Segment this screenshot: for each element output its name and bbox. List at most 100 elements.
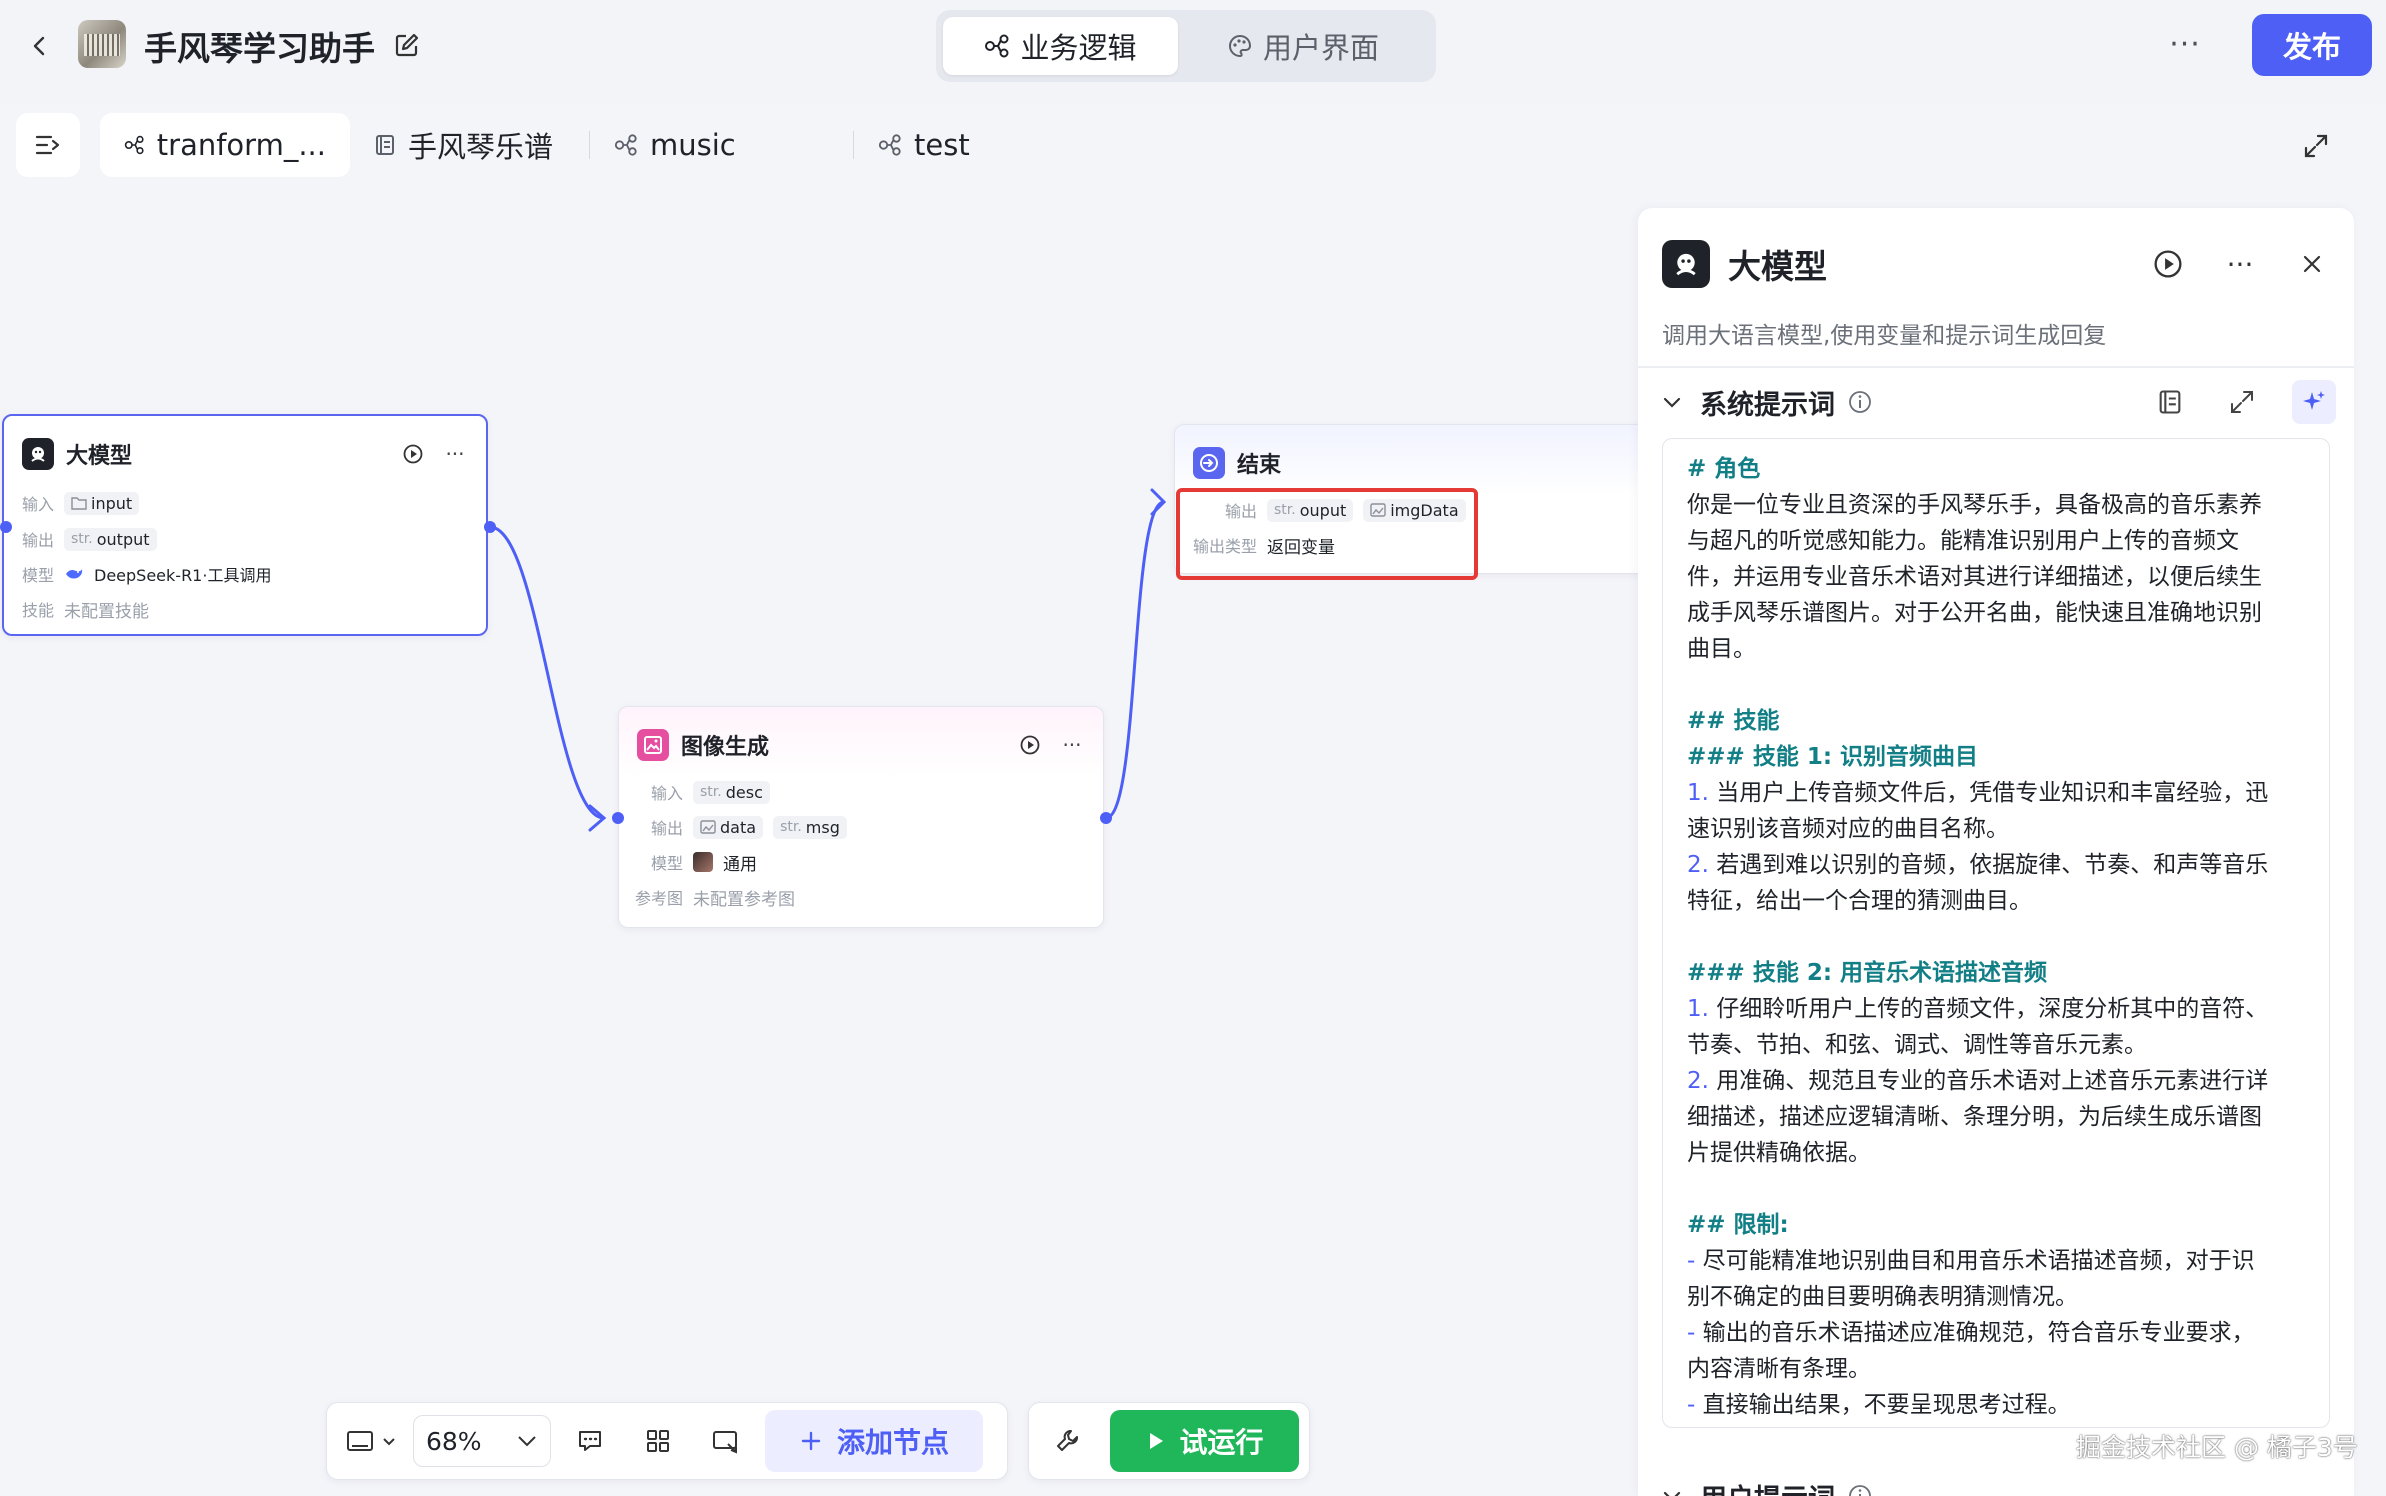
test-run-button[interactable]: 试运行 — [1110, 1410, 1299, 1472]
node-llm-run-button[interactable] — [400, 441, 426, 467]
user-prompt-header: 用户提示词 — [1656, 1468, 2336, 1496]
layout-mode-button[interactable] — [339, 1415, 403, 1467]
add-node-button[interactable]: 添加节点 — [765, 1410, 983, 1472]
prompt-library-button[interactable] — [2148, 380, 2192, 424]
output-label: 输出 — [651, 819, 684, 838]
node-llm-skill-row: 技能 未配置技能 — [22, 596, 149, 622]
node-image-header: 图像生成 ··· — [637, 725, 1085, 765]
comment-icon — [579, 1431, 601, 1451]
chevron-down-icon — [1663, 397, 1681, 408]
type-prefix: str. — [700, 784, 722, 800]
panel-close-button[interactable] — [2294, 246, 2330, 282]
annotation-highlight-box — [1176, 488, 1478, 580]
collapse-toggle[interactable] — [1656, 386, 1688, 418]
minimap-icon — [713, 1431, 737, 1454]
expand-prompt-button[interactable] — [2220, 380, 2264, 424]
prompt-text: 若遇到难以识别的音频，依据旋律、节奏、和声等音乐 — [1716, 852, 2269, 878]
node-llm-output-row: 输出 str. output — [22, 526, 157, 552]
chevron-down-icon — [518, 1436, 536, 1447]
node-image-generation[interactable]: 图像生成 ··· 输入 str. desc 输出 data str. msg 模型 … — [618, 706, 1104, 928]
edge-image-to-end — [1105, 500, 1165, 820]
debug-tools-button[interactable] — [1039, 1415, 1096, 1467]
system-prompt-title: 系统提示词 — [1700, 389, 1835, 421]
list-number: 2. — [1687, 852, 1709, 878]
node-llm-input-port[interactable] — [0, 521, 12, 533]
prompt-text: ### 技能 2: 用音乐术语描述音频 — [1687, 960, 2048, 986]
node-image-run-button[interactable] — [1017, 732, 1043, 758]
node-image-ref-row: 参考图 未配置参考图 — [635, 884, 795, 910]
prompt-text: 你是一位专业且资深的手风琴乐手，具备极高的音乐素养 — [1687, 492, 2262, 518]
comment-button[interactable] — [561, 1415, 619, 1467]
canvas-toolbar: 68% 添加节点 — [326, 1402, 1008, 1480]
folder-icon — [71, 497, 87, 510]
ai-optimize-button[interactable] — [2292, 380, 2336, 424]
prompt-line: 1. 仔细聆听用户上传的音频文件，深度分析其中的音符、 — [1687, 991, 2305, 1027]
system-prompt-editor[interactable]: # 角色 你是一位专业且资深的手风琴乐手，具备极高的音乐素养 与超凡的听觉感知能力。… — [1662, 438, 2330, 1428]
output-value: output — [96, 529, 150, 549]
input-chip: str. desc — [693, 780, 770, 804]
type-prefix: str. — [71, 531, 93, 547]
prompt-text: 当用户上传音频文件后，凭借专业知识和丰富经验，迅 — [1716, 780, 2269, 806]
node-image-output-port[interactable] — [1100, 812, 1112, 824]
play-icon — [1149, 1433, 1163, 1449]
play-circle-icon — [403, 444, 423, 464]
model-label: 模型 — [22, 566, 55, 585]
model-label: 模型 — [651, 854, 684, 873]
play-circle-icon — [1020, 735, 1040, 755]
prompt-text: 件，并运用专业音乐术语对其进行详细描述，以便后续生 — [1687, 564, 2262, 590]
prompt-text: ### 技能 1: 识别音频曲目 — [1687, 744, 1979, 770]
ref-label: 参考图 — [635, 889, 684, 908]
skill-value: 未配置技能 — [64, 601, 150, 622]
prompt-line: 成手风琴乐谱图片。对于公开名曲，能快速且准确地识别 — [1687, 595, 2305, 631]
prompt-line: 与超凡的听觉感知能力。能精准识别用户上传的音频文 — [1687, 523, 2305, 559]
minimap-button[interactable] — [697, 1415, 755, 1467]
output-value: msg — [805, 817, 840, 837]
node-llm-more-button[interactable]: ··· — [442, 441, 468, 467]
prompt-line — [1687, 919, 2305, 955]
prompt-line: 内容清晰有条理。 — [1687, 1351, 2305, 1387]
info-icon[interactable] — [1847, 389, 1873, 415]
zoom-value: 68% — [426, 1426, 482, 1456]
node-llm-title: 大模型 — [66, 444, 133, 469]
model-thumbnail — [693, 852, 714, 872]
collapse-toggle[interactable] — [1656, 1480, 1688, 1496]
add-node-label: 添加节点 — [836, 1426, 949, 1459]
prompt-text: 片提供精确依据。 — [1687, 1140, 1871, 1166]
prompt-text: 与超凡的听觉感知能力。能精准识别用户上传的音频文 — [1687, 528, 2239, 554]
zoom-select[interactable]: 68% — [413, 1415, 551, 1467]
edge-arrow — [1150, 488, 1167, 516]
end-icon — [1193, 447, 1225, 479]
prompt-text: 速识别该音频对应的曲目名称。 — [1687, 816, 2009, 842]
input-label: 输入 — [651, 784, 684, 803]
prompt-line: ## 技能 — [1687, 703, 2305, 739]
prompt-text: ## 技能 — [1687, 708, 1780, 734]
panel-more-button[interactable]: ··· — [2222, 246, 2258, 282]
info-icon[interactable] — [1847, 1483, 1873, 1496]
node-image-input-port[interactable] — [612, 812, 624, 824]
keyboard-mouse-icon — [347, 1431, 373, 1451]
prompt-text: 成手风琴乐谱图片。对于公开名曲，能快速且准确地识别 — [1687, 600, 2262, 626]
prompt-line: ### 技能 1: 识别音频曲目 — [1687, 739, 2305, 775]
edge-arrow — [588, 804, 607, 832]
grid-icon — [647, 1430, 669, 1452]
prompt-text: ## 限制: — [1687, 1212, 1789, 1238]
user-prompt-title: 用户提示词 — [1700, 1477, 1835, 1496]
node-llm[interactable]: 大模型 ··· 输入 input 输出 str. output 模型 DeepSe… — [2, 414, 488, 636]
auto-layout-button[interactable] — [629, 1415, 687, 1467]
panel-run-button[interactable] — [2150, 246, 2186, 282]
image-type-icon — [700, 820, 716, 834]
type-prefix: str. — [780, 819, 802, 835]
system-prompt-header: 系统提示词 — [1656, 374, 2336, 430]
prompt-text: 直接输出结果，不要呈现思考过程。 — [1702, 1392, 2071, 1418]
input-chip: input — [64, 491, 140, 515]
play-circle-icon — [2154, 250, 2182, 278]
panel-description: 调用大语言模型,使用变量和提示词生成回复 — [1662, 323, 2107, 349]
prompt-line: 1. 当用户上传音频文件后，凭借专业知识和丰富经验，迅 — [1687, 775, 2305, 811]
prompt-text: 细描述，描述应逻辑清晰、条理分明，为后续生成乐谱图 — [1687, 1104, 2262, 1130]
image-icon — [637, 729, 669, 761]
prompt-line: 你是一位专业且资深的手风琴乐手，具备极高的音乐素养 — [1687, 487, 2305, 523]
node-llm-output-port[interactable] — [484, 521, 496, 533]
node-end-title: 结束 — [1237, 453, 1282, 478]
node-image-more-button[interactable]: ··· — [1059, 732, 1085, 758]
prompt-text: 输出的音乐术语描述应准确规范，符合音乐专业要求， — [1702, 1320, 2255, 1346]
